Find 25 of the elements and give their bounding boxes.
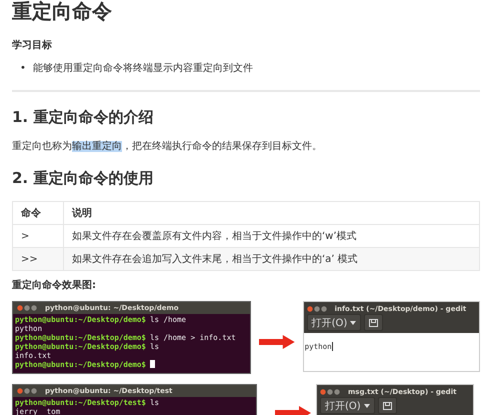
caret-icon <box>364 404 370 408</box>
column-header: 说明 <box>64 202 480 224</box>
section-heading: 1. 重定向命令的介绍 <box>12 108 154 127</box>
table-cell: >> <box>12 248 64 270</box>
arrow-icon <box>258 335 295 349</box>
bullet-item: 能够使用重定向命令将终端显示内容重定向到文件 <box>32 62 253 76</box>
caret-icon <box>350 320 356 324</box>
window-controls-icon <box>320 388 340 394</box>
window-controls-icon <box>17 388 37 394</box>
figure-caption: 重定向命令效果图: <box>12 278 97 292</box>
window-controls-icon <box>17 305 37 311</box>
save-icon <box>382 402 392 410</box>
table-cell: 如果文件存在会追加写入文件末尾，相当于文件操作中的‘a’ 模式 <box>64 248 480 270</box>
open-button[interactable]: 打开(O) <box>306 314 362 331</box>
bullet-marker: • <box>20 62 26 76</box>
open-button[interactable]: 打开(O) <box>320 397 375 414</box>
page-title: 重定向命令 <box>12 0 113 22</box>
paragraph: 重定向也称为输出重定向，把在终端执行命令的结果保存到目标文件。 <box>12 140 323 153</box>
section-label: 学习目标 <box>12 38 53 52</box>
save-button[interactable] <box>364 314 384 331</box>
save-icon <box>369 318 378 326</box>
save-button[interactable] <box>378 397 397 414</box>
section-heading: 2. 重定向命令的使用 <box>12 169 154 188</box>
window-controls-icon <box>306 306 327 312</box>
column-header: 命令 <box>12 202 64 224</box>
